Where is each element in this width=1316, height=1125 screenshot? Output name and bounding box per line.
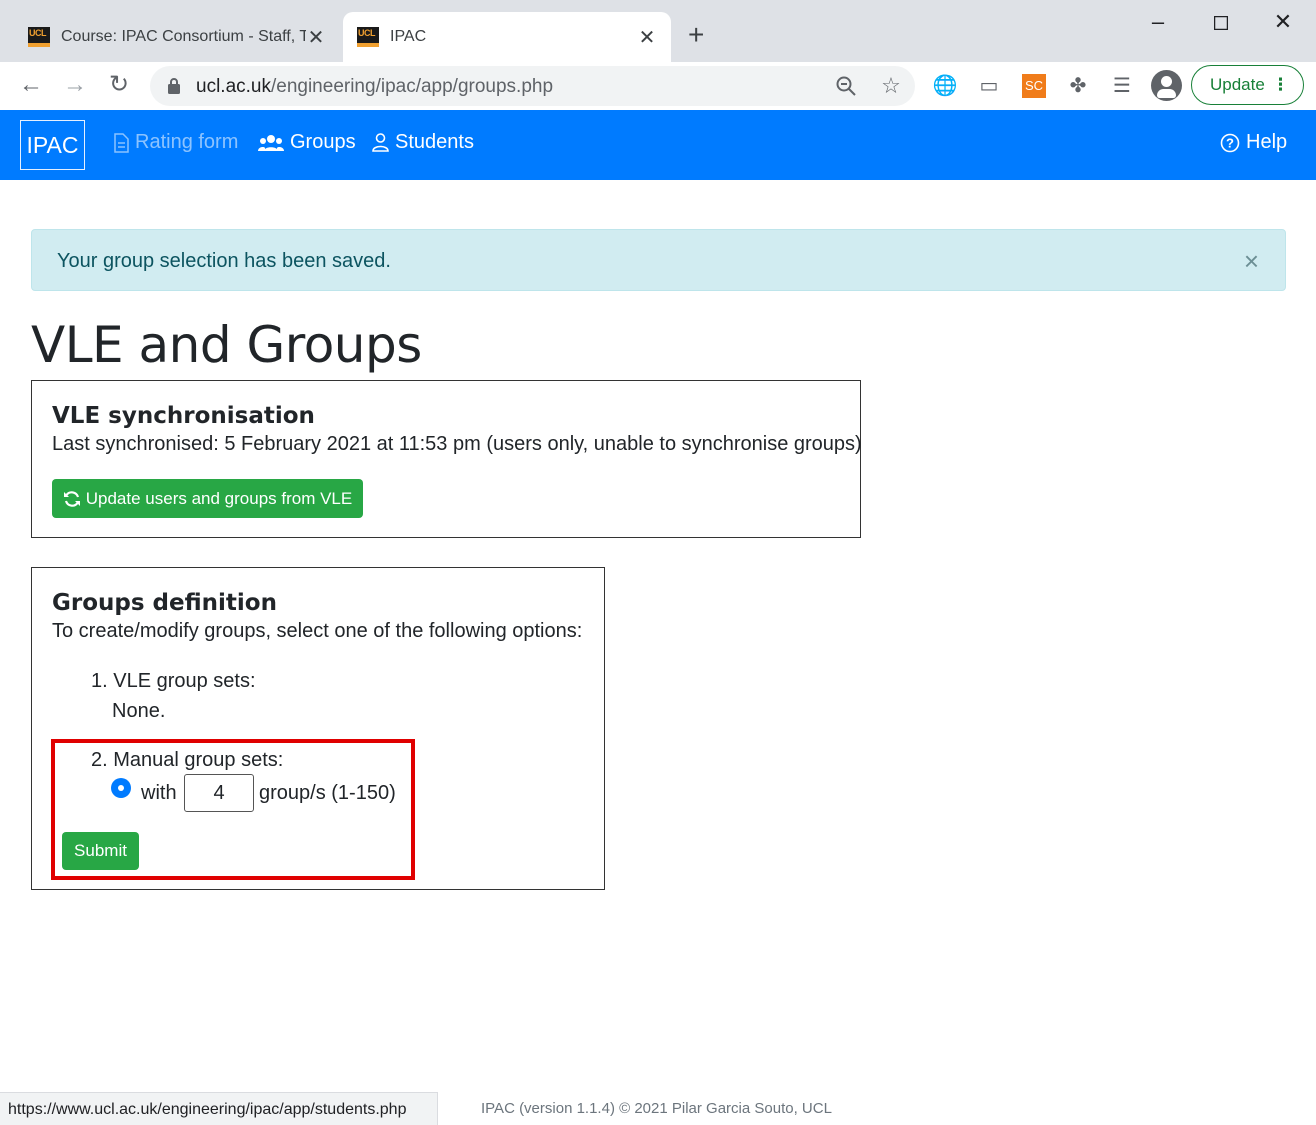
reading-list-icon[interactable]: ☰ [1107, 71, 1137, 101]
help-circle-icon: ? [1220, 133, 1240, 152]
globe-extension-icon[interactable]: 🌐 [930, 71, 960, 101]
menu-dots-icon: ⋮ [1272, 75, 1289, 94]
sc-extension-icon[interactable]: SC [1022, 74, 1046, 98]
new-tab-icon[interactable]: + [688, 20, 704, 50]
puzzle-extensions-icon[interactable]: ✤ [1063, 71, 1093, 101]
browser-update-button[interactable]: Update ⋮ [1191, 65, 1304, 105]
lock-icon [168, 78, 180, 94]
tab-title: IPAC [390, 28, 427, 45]
nav-students[interactable]: Students [372, 131, 474, 154]
vle-group-sets-label: 1. VLE group sets: [91, 670, 256, 692]
browser-tab-course[interactable]: UCL Course: IPAC Consortium - Staff, T ✕ [0, 12, 340, 62]
app-navbar: IPAC Rating form Groups Students ? Help [0, 110, 1316, 180]
update-from-vle-button[interactable]: Update users and groups from VLE [52, 479, 363, 518]
nav-groups[interactable]: Groups [258, 131, 356, 154]
url-text: ucl.ac.uk/engineering/ipac/app/groups.ph… [196, 76, 554, 97]
svg-text:?: ? [1226, 135, 1234, 150]
alert-message: Your group selection has been saved. [57, 250, 391, 272]
browser-tabstrip: UCL Course: IPAC Consortium - Staff, T ✕… [0, 0, 1316, 62]
close-window-icon[interactable]: ✕ [1268, 8, 1298, 38]
groups-intro-text: To create/modify groups, select one of t… [52, 620, 583, 642]
ucl-favicon-icon: UCL [357, 27, 379, 47]
vle-sync-card: VLE synchronisation Last synchronised: 5… [31, 380, 862, 538]
maximize-icon[interactable] [1206, 8, 1236, 38]
ucl-favicon-icon: UCL [28, 27, 50, 47]
profile-avatar-icon[interactable] [1151, 70, 1182, 101]
status-bar-url: https://www.ucl.ac.uk/engineering/ipac/a… [0, 1092, 438, 1125]
bookmark-star-icon[interactable]: ☆ [877, 72, 905, 100]
footer-text: IPAC (version 1.1.4) © 2021 Pilar Garcia… [481, 1100, 832, 1117]
groups-definition-heading: Groups definition [52, 590, 277, 616]
file-icon [114, 132, 129, 153]
reload-icon[interactable]: ↻ [103, 70, 135, 102]
page-title: VLE and Groups [31, 316, 422, 374]
brand-logo[interactable]: IPAC [20, 120, 85, 170]
minimize-icon[interactable]: – [1143, 8, 1173, 38]
users-icon [258, 134, 284, 151]
nav-rating-form[interactable]: Rating form [113, 131, 238, 154]
success-alert: Your group selection has been saved. × [31, 229, 1286, 291]
user-icon [372, 133, 389, 152]
zoom-icon[interactable] [832, 72, 860, 100]
alert-close-icon[interactable]: × [1244, 248, 1259, 274]
forward-icon[interactable]: → [59, 70, 91, 102]
close-tab-icon[interactable]: ✕ [637, 25, 657, 50]
highlight-box [51, 739, 415, 880]
nav-help[interactable]: ? Help [1220, 131, 1287, 154]
address-bar[interactable]: ucl.ac.uk/engineering/ipac/app/groups.ph… [150, 66, 915, 106]
last-sync-text: Last synchronised: 5 February 2021 at 11… [52, 433, 862, 455]
close-tab-icon[interactable]: ✕ [306, 25, 326, 50]
vle-group-sets-value: None. [112, 700, 166, 722]
back-icon[interactable]: ← [15, 70, 47, 102]
cast-extension-icon[interactable]: ▭ [974, 71, 1004, 101]
tab-title: Course: IPAC Consortium - Staff, T [61, 28, 306, 45]
sync-icon [63, 490, 80, 507]
browser-tab-ipac[interactable]: UCL IPAC ✕ [343, 12, 671, 62]
vle-sync-heading: VLE synchronisation [52, 403, 315, 429]
browser-toolbar: ← → ↻ ucl.ac.uk/engineering/ipac/app/gro… [0, 62, 1316, 110]
